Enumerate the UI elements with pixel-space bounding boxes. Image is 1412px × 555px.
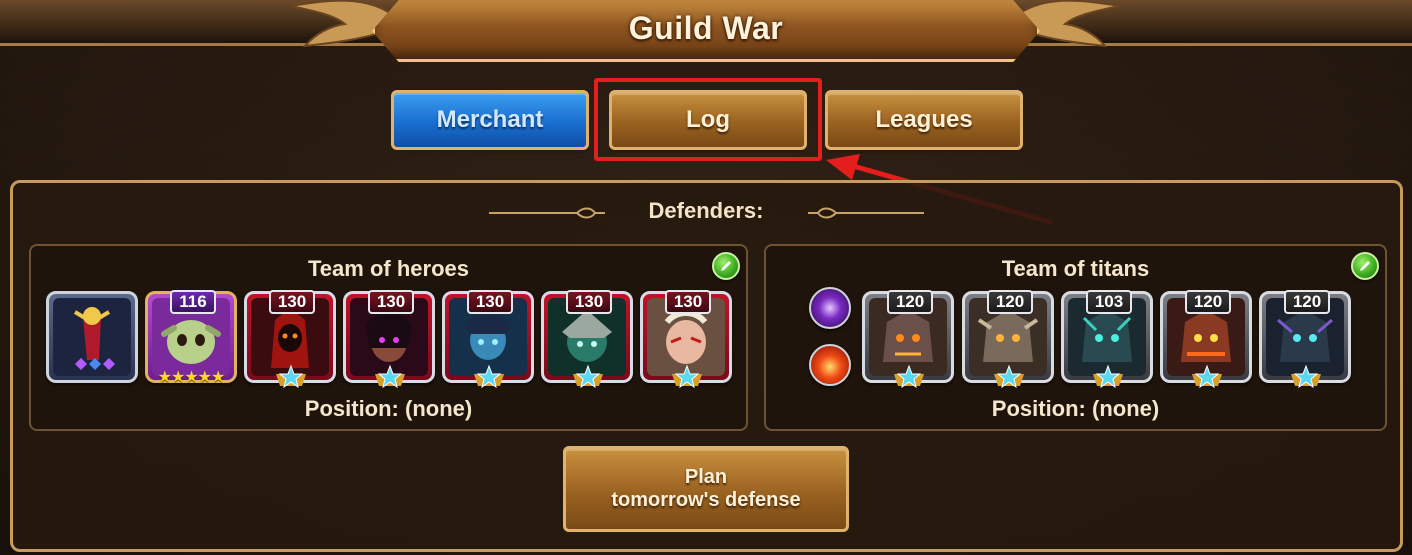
dark-element-icon xyxy=(809,287,851,329)
level-badge: 120 xyxy=(887,290,933,314)
star-rating: ★★★★★ xyxy=(157,367,226,386)
tab-merchant-label: Merchant xyxy=(436,106,544,133)
titan-card[interactable]: 120 xyxy=(862,290,954,388)
heroes-team-title: Team of heroes xyxy=(308,256,469,281)
page-title: Guild War xyxy=(628,10,784,46)
titan-card[interactable]: 120 xyxy=(1259,290,1351,388)
rank-star-icon xyxy=(994,364,1024,388)
hero-card[interactable]: 130 xyxy=(442,290,534,388)
level-badge: 130 xyxy=(665,290,711,314)
level-badge: 120 xyxy=(1185,290,1231,314)
titan-card[interactable]: 120 xyxy=(962,290,1054,388)
level-badge: 120 xyxy=(1284,290,1330,314)
rank-star-icon xyxy=(276,364,306,388)
level-badge: 130 xyxy=(368,290,414,314)
edit-titans-button[interactable] xyxy=(1351,252,1379,280)
rank-star-icon xyxy=(672,364,702,388)
level-badge: 130 xyxy=(566,290,612,314)
level-badge: 120 xyxy=(987,290,1033,314)
rank-star-icon xyxy=(474,364,504,388)
level-badge: 130 xyxy=(269,290,315,314)
level-badge: 116 xyxy=(170,290,216,314)
hero-card[interactable]: 130 xyxy=(541,290,633,388)
hero-card[interactable]: 116 ★★★★★ xyxy=(145,290,237,386)
tab-leagues[interactable]: Leagues xyxy=(825,90,1023,150)
rank-star-icon xyxy=(1192,364,1222,388)
rank-star-icon xyxy=(573,364,603,388)
pencil-icon xyxy=(1360,261,1370,271)
tab-merchant[interactable]: Merchant xyxy=(391,90,589,150)
plan-defense-button[interactable]: Plan tomorrow's defense xyxy=(563,446,849,532)
flourish-ornament-icon xyxy=(808,207,924,219)
hero-card[interactable]: 130 xyxy=(343,290,435,388)
titans-team-title: Team of titans xyxy=(1001,256,1150,281)
level-badge: 103 xyxy=(1086,290,1132,314)
rank-star-icon xyxy=(1093,364,1123,388)
pencil-icon xyxy=(721,261,731,271)
plan-button-line2: tomorrow's defense xyxy=(611,489,801,511)
rank-star-icon xyxy=(894,364,924,388)
edit-heroes-button[interactable] xyxy=(712,252,740,280)
rank-star-icon xyxy=(375,364,405,388)
hero-card[interactable]: 130 xyxy=(640,290,732,388)
titan-card[interactable]: 103 xyxy=(1061,290,1153,388)
pet-card[interactable] xyxy=(46,291,138,383)
level-badge: 130 xyxy=(467,290,513,314)
rank-star-icon xyxy=(1291,364,1321,388)
plan-button-line1: Plan xyxy=(684,466,728,488)
titans-position-text: Position: (none) xyxy=(991,396,1160,421)
highlight-box xyxy=(594,78,822,161)
titan-card[interactable]: 120 xyxy=(1160,290,1252,388)
pet-icon xyxy=(53,298,131,376)
hero-card[interactable]: 130 xyxy=(244,290,336,388)
tab-leagues-label: Leagues xyxy=(875,106,973,133)
heroes-position-text: Position: (none) xyxy=(304,396,473,421)
fire-element-icon xyxy=(809,344,851,386)
